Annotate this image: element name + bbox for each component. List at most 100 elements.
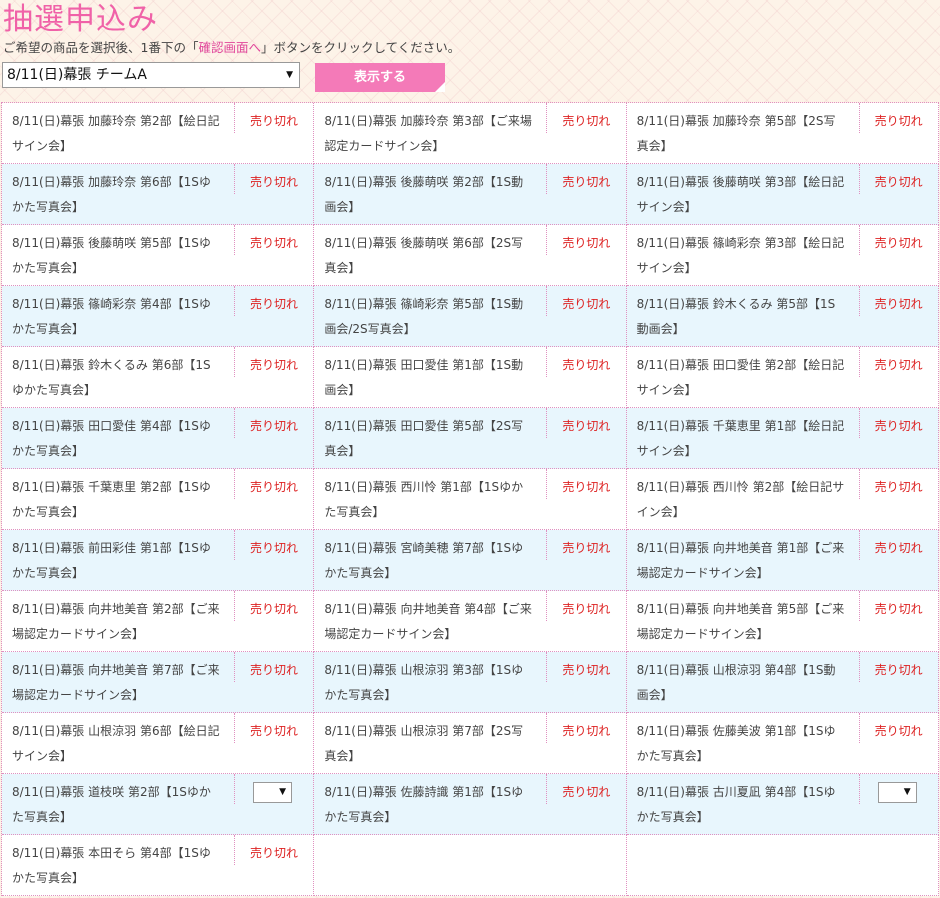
product-cell: 8/11(日)幕張 後藤萌咲 第3部【絵日記サイン会】 売り切れ	[626, 164, 939, 225]
product-name: 8/11(日)幕張 前田彩佳 第1部【1Sゆかた写真会】	[12, 541, 211, 580]
soldout-status: 売り切れ	[562, 297, 611, 311]
product-name: 8/11(日)幕張 向井地美音 第4部【ご来場認定カードサイン会】	[324, 602, 532, 641]
quantity-select[interactable]: ▼	[253, 782, 292, 803]
soldout-status: 売り切れ	[249, 663, 298, 677]
chevron-down-icon: ▼	[286, 70, 293, 80]
product-name: 8/11(日)幕張 古川夏凪 第4部【1Sゆかた写真会】	[636, 785, 836, 824]
product-name: 8/11(日)幕張 鈴木くるみ 第6部【1Sゆかた写真会】	[12, 358, 211, 397]
soldout-status: 売り切れ	[874, 419, 923, 433]
product-cell: 8/11(日)幕張 加藤玲奈 第2部【絵日記サイン会】 売り切れ	[2, 103, 315, 164]
product-name: 8/11(日)幕張 千葉恵里 第2部【1Sゆかた写真会】	[12, 480, 211, 519]
page-header: 抽選申込み ご希望の商品を選択後、1番下の「確認画面へ」ボタンをクリックしてくだ…	[0, 0, 940, 100]
product-cell: 8/11(日)幕張 佐藤詩識 第1部【1Sゆかた写真会】 売り切れ	[314, 774, 627, 835]
product-name: 8/11(日)幕張 千葉恵里 第1部【絵日記サイン会】	[636, 419, 845, 458]
empty-cell	[314, 835, 627, 896]
product-name: 8/11(日)幕張 後藤萌咲 第3部【絵日記サイン会】	[636, 175, 845, 214]
product-cell: 8/11(日)幕張 加藤玲奈 第6部【1Sゆかた写真会】 売り切れ	[2, 164, 315, 225]
confirm-screen-link[interactable]: 確認画面へ	[198, 40, 261, 55]
product-name: 8/11(日)幕張 西川怜 第1部【1Sゆかた写真会】	[324, 480, 524, 519]
product-cell: 8/11(日)幕張 道枝咲 第2部【1Sゆかた写真会】 ▼	[2, 774, 315, 835]
product-cell: 8/11(日)幕張 向井地美音 第5部【ご来場認定カードサイン会】 売り切れ	[626, 591, 939, 652]
soldout-status: 売り切れ	[249, 358, 298, 372]
product-name: 8/11(日)幕張 篠崎彩奈 第5部【1S動画会/2S写真会】	[324, 297, 524, 336]
quantity-select[interactable]: ▼	[877, 782, 917, 803]
soldout-status: 売り切れ	[874, 480, 923, 494]
product-cell: 8/11(日)幕張 山根涼羽 第4部【1S動画会】 売り切れ	[626, 652, 939, 713]
product-row: 8/11(日)幕張 山根涼羽 第6部【絵日記サイン会】 売り切れ 8/11(日)幕張…	[2, 713, 939, 774]
soldout-status: 売り切れ	[249, 297, 298, 311]
show-button[interactable]: 表示する	[315, 63, 445, 92]
product-name: 8/11(日)幕張 宮崎美穂 第7部【1Sゆかた写真会】	[324, 541, 524, 580]
soldout-status: 売り切れ	[562, 541, 611, 555]
product-name: 8/11(日)幕張 山根涼羽 第7部【2S写真会】	[324, 724, 524, 763]
product-name: 8/11(日)幕張 本田そら 第4部【1Sゆかた写真会】	[12, 846, 211, 885]
cell-divider	[234, 774, 235, 804]
product-name: 8/11(日)幕張 後藤萌咲 第5部【1Sゆかた写真会】	[12, 236, 211, 275]
soldout-status: 売り切れ	[874, 358, 923, 372]
product-name: 8/11(日)幕張 加藤玲奈 第2部【絵日記サイン会】	[12, 114, 220, 153]
product-name: 8/11(日)幕張 加藤玲奈 第5部【2S写真会】	[636, 114, 836, 153]
soldout-status: 売り切れ	[562, 663, 611, 677]
soldout-status: 売り切れ	[874, 724, 923, 738]
product-name: 8/11(日)幕張 篠崎彩奈 第4部【1Sゆかた写真会】	[12, 297, 211, 336]
product-row: 8/11(日)幕張 前田彩佳 第1部【1Sゆかた写真会】 売り切れ 8/11(日)幕…	[2, 530, 939, 591]
corner-fold-decoration	[435, 82, 445, 92]
product-cell: 8/11(日)幕張 古川夏凪 第4部【1Sゆかた写真会】 ▼	[626, 774, 939, 835]
soldout-status: 売り切れ	[874, 297, 923, 311]
product-cell: 8/11(日)幕張 向井地美音 第1部【ご来場認定カードサイン会】 売り切れ	[626, 530, 939, 591]
product-cell: 8/11(日)幕張 佐藤美波 第1部【1Sゆかた写真会】 売り切れ	[626, 713, 939, 774]
product-row: 8/11(日)幕張 田口愛佳 第4部【1Sゆかた写真会】 売り切れ 8/11(日)幕…	[2, 408, 939, 469]
soldout-status: 売り切れ	[249, 480, 298, 494]
product-cell: 8/11(日)幕張 鈴木くるみ 第5部【1S動画会】 売り切れ	[626, 286, 939, 347]
product-name: 8/11(日)幕張 田口愛佳 第5部【2S写真会】	[324, 419, 524, 458]
soldout-status: 売り切れ	[249, 602, 298, 616]
product-cell: 8/11(日)幕張 宮崎美穂 第7部【1Sゆかた写真会】 売り切れ	[314, 530, 627, 591]
product-name: 8/11(日)幕張 山根涼羽 第6部【絵日記サイン会】	[12, 724, 220, 763]
soldout-status: 売り切れ	[249, 541, 298, 555]
soldout-status: 売り切れ	[562, 358, 611, 372]
product-grid: 8/11(日)幕張 加藤玲奈 第2部【絵日記サイン会】 売り切れ 8/11(日)幕張…	[1, 102, 939, 896]
product-cell: 8/11(日)幕張 後藤萌咲 第6部【2S写真会】 売り切れ	[314, 225, 627, 286]
soldout-status: 売り切れ	[562, 236, 611, 250]
soldout-status: 売り切れ	[562, 785, 611, 799]
page-title: 抽選申込み	[3, 2, 158, 37]
product-cell: 8/11(日)幕張 後藤萌咲 第5部【1Sゆかた写真会】 売り切れ	[2, 225, 315, 286]
product-cell: 8/11(日)幕張 鈴木くるみ 第6部【1Sゆかた写真会】 売り切れ	[2, 347, 315, 408]
product-cell: 8/11(日)幕張 篠崎彩奈 第5部【1S動画会/2S写真会】 売り切れ	[314, 286, 627, 347]
soldout-status: 売り切れ	[874, 175, 923, 189]
product-cell: 8/11(日)幕張 向井地美音 第2部【ご来場認定カードサイン会】 売り切れ	[2, 591, 315, 652]
product-cell: 8/11(日)幕張 田口愛佳 第4部【1Sゆかた写真会】 売り切れ	[2, 408, 315, 469]
product-row: 8/11(日)幕張 篠崎彩奈 第4部【1Sゆかた写真会】 売り切れ 8/11(日)幕…	[2, 286, 939, 347]
product-name: 8/11(日)幕張 向井地美音 第2部【ご来場認定カードサイン会】	[12, 602, 220, 641]
product-row: 8/11(日)幕張 道枝咲 第2部【1Sゆかた写真会】 ▼ 8/11(日)幕張 佐藤…	[2, 774, 939, 835]
product-name: 8/11(日)幕張 後藤萌咲 第2部【1S動画会】	[324, 175, 524, 214]
product-row: 8/11(日)幕張 千葉恵里 第2部【1Sゆかた写真会】 売り切れ 8/11(日)幕…	[2, 469, 939, 530]
product-cell: 8/11(日)幕張 前田彩佳 第1部【1Sゆかた写真会】 売り切れ	[2, 530, 315, 591]
soldout-status: 売り切れ	[874, 663, 923, 677]
product-name: 8/11(日)幕張 田口愛佳 第4部【1Sゆかた写真会】	[12, 419, 211, 458]
product-cell: 8/11(日)幕張 山根涼羽 第6部【絵日記サイン会】 売り切れ	[2, 713, 315, 774]
product-name: 8/11(日)幕張 鈴木くるみ 第5部【1S動画会】	[636, 297, 836, 336]
soldout-status: 売り切れ	[249, 236, 298, 250]
soldout-status: 売り切れ	[249, 419, 298, 433]
product-cell: 8/11(日)幕張 山根涼羽 第7部【2S写真会】 売り切れ	[314, 713, 627, 774]
product-name: 8/11(日)幕張 道枝咲 第2部【1Sゆかた写真会】	[12, 785, 211, 824]
soldout-status: 売り切れ	[562, 724, 611, 738]
soldout-status: 売り切れ	[874, 114, 923, 128]
product-cell: 8/11(日)幕張 向井地美音 第4部【ご来場認定カードサイン会】 売り切れ	[314, 591, 627, 652]
event-select[interactable]: 8/11(日)幕張 チームA ▼	[2, 62, 300, 88]
product-name: 8/11(日)幕張 山根涼羽 第4部【1S動画会】	[636, 663, 836, 702]
soldout-status: 売り切れ	[874, 236, 923, 250]
chevron-down-icon: ▼	[903, 787, 911, 797]
soldout-status: 売り切れ	[874, 602, 923, 616]
product-name: 8/11(日)幕張 佐藤詩識 第1部【1Sゆかた写真会】	[324, 785, 524, 824]
product-name: 8/11(日)幕張 向井地美音 第7部【ご来場認定カードサイン会】	[12, 663, 220, 702]
product-row: 8/11(日)幕張 向井地美音 第2部【ご来場認定カードサイン会】 売り切れ 8/1…	[2, 591, 939, 652]
soldout-status: 売り切れ	[562, 175, 611, 189]
product-cell: 8/11(日)幕張 西川怜 第1部【1Sゆかた写真会】 売り切れ	[314, 469, 627, 530]
soldout-status: 売り切れ	[249, 846, 298, 860]
product-cell: 8/11(日)幕張 田口愛佳 第2部【絵日記サイン会】 売り切れ	[626, 347, 939, 408]
event-select-value: 8/11(日)幕張 チームA	[7, 67, 147, 83]
product-row: 8/11(日)幕張 後藤萌咲 第5部【1Sゆかた写真会】 売り切れ 8/11(日)幕…	[2, 225, 939, 286]
product-cell: 8/11(日)幕張 山根涼羽 第3部【1Sゆかた写真会】 売り切れ	[314, 652, 627, 713]
